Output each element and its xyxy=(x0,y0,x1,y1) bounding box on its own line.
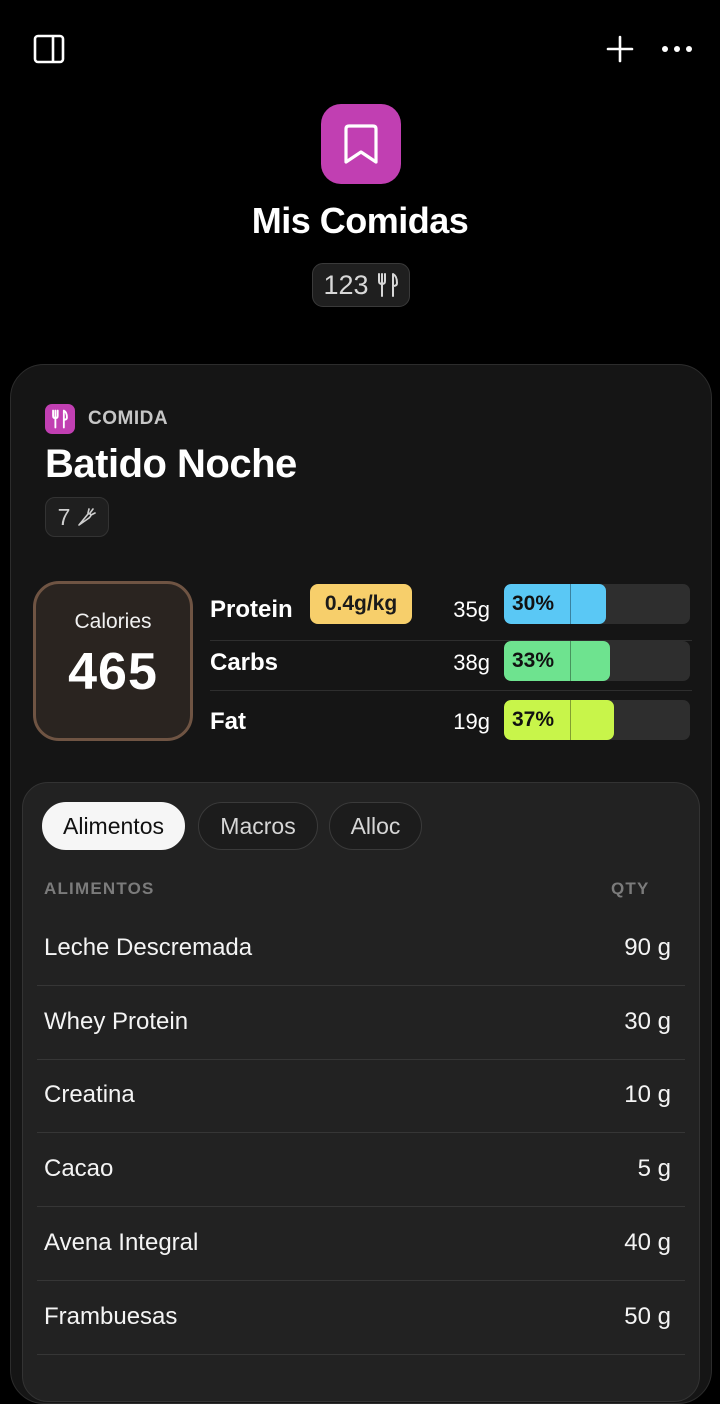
food-name: Leche Descremada xyxy=(44,934,253,961)
food-qty: 10 g xyxy=(624,1081,671,1108)
macro-bar: 33% xyxy=(504,641,690,681)
meal-type-icon-tile xyxy=(45,404,75,434)
carrot-icon xyxy=(78,508,97,526)
food-qty: 30 g xyxy=(624,1008,671,1035)
macro-name: Fat xyxy=(210,708,246,735)
column-header-food: ALIMENTOS xyxy=(44,879,155,898)
macro-name: Carbs xyxy=(210,649,279,676)
fork-knife-icon xyxy=(377,273,398,297)
ingredient-count-badge[interactable]: 7 xyxy=(45,497,109,537)
food-row[interactable]: Leche Descremada 90 g xyxy=(37,912,685,986)
food-qty: 5 g xyxy=(637,1155,671,1182)
food-name: Avena Integral xyxy=(44,1229,199,1256)
add-button[interactable] xyxy=(600,30,640,68)
food-row[interactable]: Creatina 10 g xyxy=(37,1059,685,1133)
food-name: Creatina xyxy=(44,1081,135,1108)
page-title: Mis Comidas xyxy=(251,200,469,241)
fork-knife-icon xyxy=(52,409,68,429)
macro-bar-tick xyxy=(570,641,571,681)
meal-type-label: COMIDA xyxy=(88,408,169,429)
macro-grams: 38g xyxy=(453,650,490,675)
macro-bar: 30% xyxy=(504,584,690,624)
plus-icon xyxy=(606,35,634,63)
food-qty: 40 g xyxy=(624,1229,671,1256)
tab-alimentos[interactable]: Alimentos xyxy=(42,802,185,850)
macro-bar: 37% xyxy=(504,700,690,740)
meal-name: Batido Noche xyxy=(45,442,297,486)
macro-percent: 37% xyxy=(512,708,555,731)
macro-row-fat: Fat 19g 37% xyxy=(210,691,692,750)
more-options-button[interactable] xyxy=(656,30,698,68)
sidebar-toggle-button[interactable] xyxy=(30,30,68,68)
calories-label: Calories xyxy=(74,610,152,633)
ellipsis-icon xyxy=(662,46,692,52)
collection-icon-tile xyxy=(321,104,401,184)
meal-count-badge[interactable]: 123 xyxy=(312,263,410,307)
sidebar-toggle-icon xyxy=(33,34,65,64)
food-name: Frambuesas xyxy=(44,1303,178,1330)
ingredient-count-value: 7 xyxy=(57,503,71,530)
food-row[interactable]: Whey Protein 30 g xyxy=(37,986,685,1060)
macro-bar-tick xyxy=(570,584,571,624)
food-row[interactable]: Cacao 5 g xyxy=(37,1133,685,1207)
macro-grams: 35g xyxy=(453,597,490,622)
food-row[interactable]: Frambuesas 50 g xyxy=(37,1281,685,1355)
calories-value: 465 xyxy=(68,643,158,701)
macro-grams: 19g xyxy=(453,709,490,734)
food-row[interactable]: Avena Integral 40 g xyxy=(37,1207,685,1281)
macro-percent: 33% xyxy=(512,649,555,672)
macro-row-carbs: Carbs 38g 33% xyxy=(210,632,692,691)
food-name: Cacao xyxy=(44,1155,114,1182)
calories-box: Calories 465 xyxy=(33,581,193,741)
macro-bar-tick xyxy=(570,700,571,740)
tab-alloc[interactable]: Alloc xyxy=(329,802,422,850)
food-qty: 90 g xyxy=(624,934,671,961)
protein-per-kg-badge: 0.4g/kg xyxy=(310,584,412,624)
meal-count-value: 123 xyxy=(323,269,369,300)
macro-percent: 30% xyxy=(512,592,555,615)
macro-name: Protein xyxy=(210,596,293,623)
food-name: Whey Protein xyxy=(44,1008,189,1035)
tab-macros[interactable]: Macros xyxy=(198,802,318,850)
bookmark-icon xyxy=(344,124,378,164)
column-header-qty: QTY xyxy=(611,879,650,898)
food-qty: 50 g xyxy=(624,1303,671,1330)
